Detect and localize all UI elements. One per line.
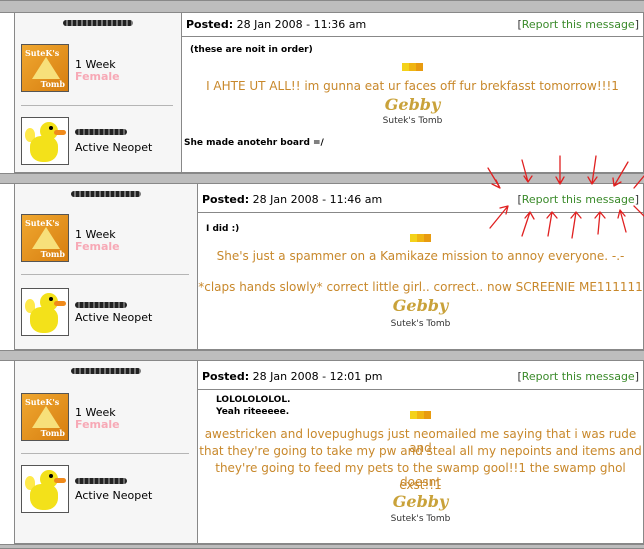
report-link[interactable]: [Report this message] bbox=[517, 193, 639, 206]
message-line: *claps hands slowly* correct little girl… bbox=[198, 280, 643, 294]
signature-sub: Sutek's Tomb bbox=[390, 514, 451, 524]
author-username-redacted bbox=[15, 365, 197, 377]
pyramid-icon bbox=[32, 227, 60, 249]
guild-shield-icon[interactable]: SuteK's Tomb bbox=[21, 214, 69, 262]
divider bbox=[21, 274, 189, 275]
guild-shield-icon[interactable]: SuteK's Tomb bbox=[21, 393, 69, 441]
gender-label: Female bbox=[75, 240, 120, 253]
neopet-avatar-icon[interactable] bbox=[21, 117, 69, 165]
post-header: Posted: 28 Jan 2008 - 11:46 am [Report t… bbox=[198, 184, 643, 213]
gender-label: Female bbox=[75, 418, 120, 431]
shield-tomb-text: Tomb bbox=[40, 249, 65, 259]
guild-shield-icon[interactable]: SuteK's Tomb bbox=[21, 44, 69, 92]
message-line: She's just a spammer on a Kamikaze missi… bbox=[216, 249, 625, 263]
post-header: Posted: 28 Jan 2008 - 11:36 am [Report t… bbox=[182, 13, 643, 37]
divider bbox=[21, 453, 189, 454]
signature-name: Gebby bbox=[384, 95, 441, 114]
signature-sub: Sutek's Tomb bbox=[390, 319, 451, 329]
posted-info: Posted: 28 Jan 2008 - 11:46 am bbox=[202, 193, 383, 206]
signature-blocks bbox=[198, 232, 643, 242]
reply-text: She made anotehr board =/ bbox=[184, 138, 324, 148]
message-panel: Posted: 28 Jan 2008 - 11:36 am [Report t… bbox=[182, 13, 643, 172]
author-username-redacted bbox=[15, 188, 197, 200]
shield-tomb-text: Tomb bbox=[40, 79, 65, 89]
pet-name-redacted bbox=[75, 476, 127, 486]
forum-post-3: SuteK's Tomb 1 Week Female Active Neopet… bbox=[14, 360, 644, 544]
pet-name-redacted bbox=[75, 300, 127, 310]
message-panel: Posted: 28 Jan 2008 - 12:01 pm [Report t… bbox=[198, 361, 643, 543]
author-panel: SuteK's Tomb 1 Week Female Active Neopet bbox=[15, 361, 198, 543]
forum-post-1: SuteK's Tomb 1 Week Female Active Neopet… bbox=[14, 12, 644, 173]
neopet-avatar-icon[interactable] bbox=[21, 288, 69, 336]
report-link[interactable]: [Report this message] bbox=[517, 18, 639, 31]
pyramid-icon bbox=[32, 406, 60, 428]
pet-status: Active Neopet bbox=[75, 311, 153, 324]
pet-status: Active Neopet bbox=[75, 489, 153, 502]
signature-name: Gebby bbox=[392, 296, 449, 315]
post-header: Posted: 28 Jan 2008 - 12:01 pm [Report t… bbox=[198, 361, 643, 390]
reply-text: LOLOLOLOLOL. bbox=[216, 395, 291, 405]
pet-status: Active Neopet bbox=[75, 141, 153, 154]
signature-sub: Sutek's Tomb bbox=[382, 116, 443, 126]
gender-label: Female bbox=[75, 70, 120, 83]
author-panel: SuteK's Tomb 1 Week Female Active Neopet bbox=[15, 184, 198, 349]
author-panel: SuteK's Tomb 1 Week Female Active Neopet bbox=[15, 13, 182, 172]
signature-blocks bbox=[182, 61, 643, 71]
report-link[interactable]: [Report this message] bbox=[517, 370, 639, 383]
pet-name-redacted bbox=[75, 127, 127, 137]
shield-tomb-text: Tomb bbox=[40, 428, 65, 438]
divider bbox=[21, 105, 173, 106]
author-username-redacted bbox=[15, 17, 181, 29]
quoted-note: (these are noit in order) bbox=[190, 45, 313, 55]
posted-info: Posted: 28 Jan 2008 - 12:01 pm bbox=[202, 370, 383, 383]
message-line: exst!!1 bbox=[399, 478, 442, 492]
message-line: I AHTE UT ALL!! im gunna eat ur faces of… bbox=[206, 79, 619, 93]
signature-blocks bbox=[198, 409, 643, 419]
message-line: that they're going to take my pw and ste… bbox=[199, 444, 642, 458]
posted-info: Posted: 28 Jan 2008 - 11:36 am bbox=[186, 18, 367, 31]
pyramid-icon bbox=[32, 57, 60, 79]
message-panel: Posted: 28 Jan 2008 - 11:46 am [Report t… bbox=[198, 184, 643, 349]
neopet-avatar-icon[interactable] bbox=[21, 465, 69, 513]
signature-name: Gebby bbox=[392, 492, 449, 511]
forum-post-2: SuteK's Tomb 1 Week Female Active Neopet… bbox=[14, 183, 644, 350]
